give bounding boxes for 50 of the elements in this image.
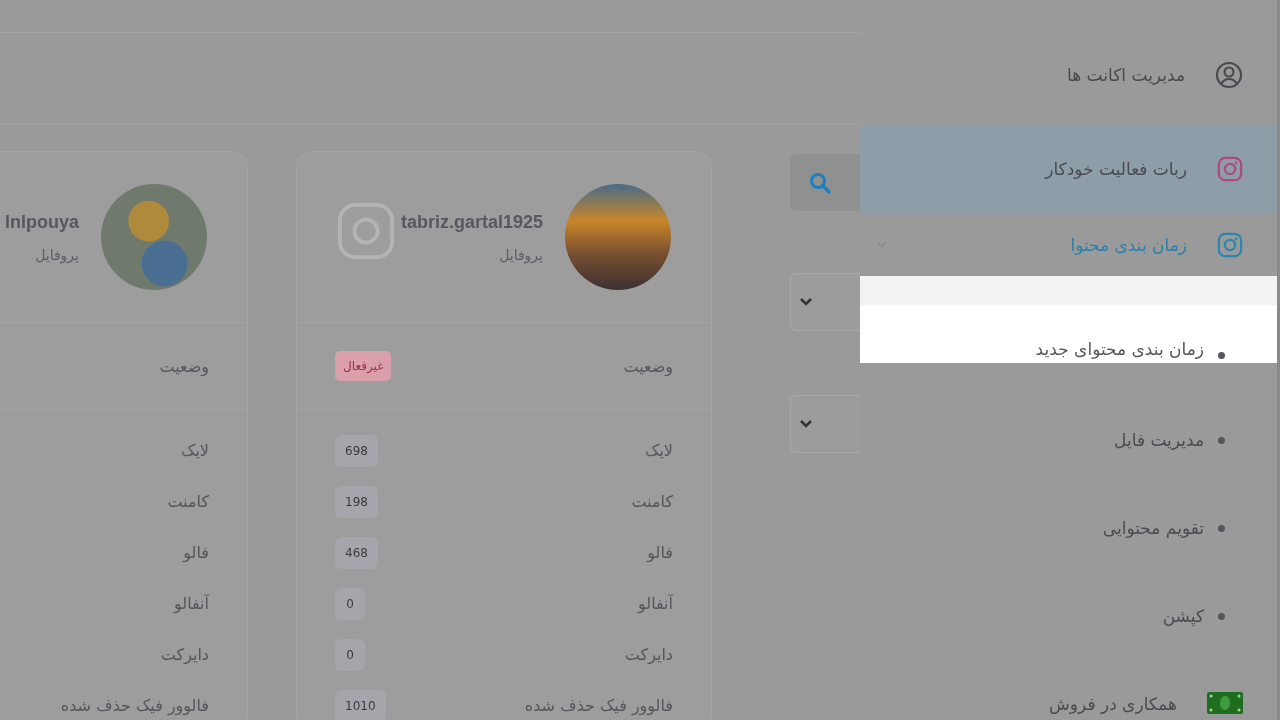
search-icon [808, 170, 832, 195]
stat-label: کامنت [631, 492, 673, 511]
stat-value: 468 [335, 536, 378, 569]
stat-label: لایک [181, 441, 209, 460]
submenu-item[interactable]: زمان بندی محتوای جدید [860, 305, 1277, 363]
stat-label: دایرکت [624, 645, 673, 664]
stat-label: فالوور فیک حذف شده [524, 696, 673, 715]
stat-label: کامنت [167, 492, 209, 511]
bullet-icon [1218, 524, 1225, 532]
banknote-icon [1207, 692, 1243, 714]
stat-value: 198 [335, 485, 378, 518]
status-label: وضعیت [159, 356, 209, 376]
stat-label: فالوور فیک حذف شده [60, 696, 209, 715]
stat-value: 1010 [335, 689, 386, 720]
status-label: وضعیت [623, 356, 673, 376]
sidebar-item-label: ربات فعالیت خودکار [1043, 159, 1187, 179]
sidebar-item[interactable]: مدیریت اکانت ها [860, 29, 1277, 121]
sidebar-item[interactable]: همکاری در فروش [860, 660, 1277, 720]
submenu-item[interactable]: کپشن [860, 572, 1277, 660]
stat-label: آنفالو [638, 594, 673, 613]
submenu-item[interactable]: تقویم محتوایی [860, 484, 1277, 572]
dropdown-field[interactable] [790, 273, 860, 331]
stat-label: دایرکت [160, 645, 209, 664]
chevron-down-icon [799, 419, 813, 429]
sidebar-item-label: زمان بندی محتوا [1069, 234, 1187, 255]
chevron-down-icon [799, 297, 813, 307]
profile-label: پروفایل [35, 246, 79, 263]
search-button[interactable] [790, 154, 860, 211]
sidebar-item-label: مدیریت اکانت ها [1066, 65, 1185, 85]
dropdown-field[interactable] [790, 395, 860, 453]
status-badge: غیرفعال [335, 351, 392, 381]
stat-label: لایک [645, 441, 673, 460]
stat-value: 0 [335, 587, 365, 620]
account-username: tabriz.gartal1925 [400, 211, 543, 233]
sidebar-item-label: همکاری در فروش [1048, 694, 1177, 714]
instagram-icon [1217, 156, 1243, 182]
stat-label: فالو [647, 543, 673, 562]
sidebar-item[interactable]: ربات فعالیت خودکار [860, 125, 1277, 213]
bullet-icon [1218, 612, 1225, 620]
instagram-icon [1217, 231, 1243, 258]
stat-value: 698 [335, 434, 378, 467]
account-username: lnlpouya [5, 211, 79, 233]
stat-label: فالو [183, 543, 209, 562]
submenu-item[interactable]: مدیریت فایل [860, 396, 1277, 484]
user-circle-icon [1215, 61, 1243, 89]
bullet-icon [1218, 436, 1225, 444]
profile-label: پروفایل [499, 246, 543, 263]
stat-label: آنفالو [174, 594, 209, 613]
bullet-icon [1218, 352, 1225, 359]
stat-value: 0 [335, 638, 365, 671]
